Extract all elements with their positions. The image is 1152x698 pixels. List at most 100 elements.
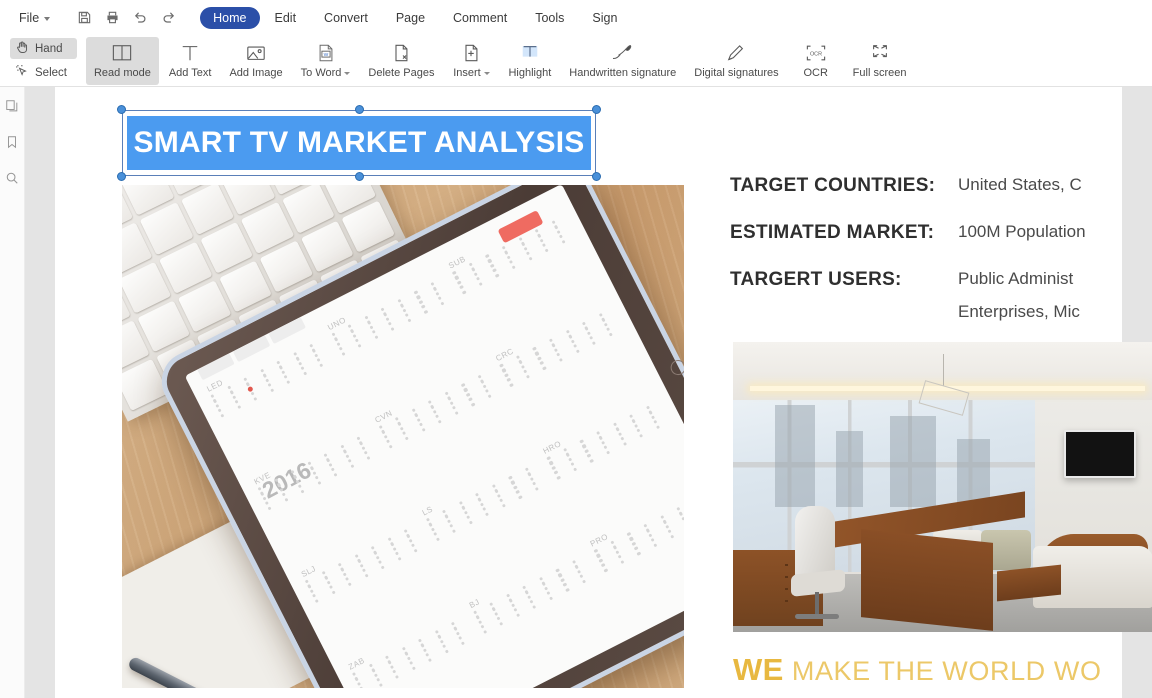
insert-label: Insert <box>453 67 490 79</box>
pdf-page[interactable]: 2016 LED UNO SUB KVE CVN CRC SLJ LS HRO … <box>55 87 1152 698</box>
tab-comment[interactable]: Comment <box>440 7 520 29</box>
info-row-target-users: TARGERT USERS: Public Administ Enterprise… <box>730 269 1152 322</box>
info-value: Public Administ <box>958 269 1074 288</box>
tagline-lead: WE <box>733 652 784 687</box>
menu-bar: File Home Edit Convert Page Comment Tool… <box>0 0 1152 35</box>
handwritten-signature-button[interactable]: Handwritten signature <box>561 37 684 85</box>
info-value-line2: Enterprises, Mic <box>958 302 1080 321</box>
tagline-rest: MAKE THE WORLD WO <box>783 656 1102 686</box>
handwritten-signature-label: Handwritten signature <box>569 67 677 79</box>
info-value: 100M Population <box>958 222 1086 241</box>
hand-tool-button[interactable]: Hand <box>10 38 77 59</box>
pen-signature-icon <box>610 42 636 64</box>
resize-handle-bottom-center[interactable] <box>354 172 364 181</box>
info-key: TARGET COUNTRIES: <box>730 175 936 196</box>
wall-mounted-tv <box>1064 430 1137 478</box>
select-tool-label: Select <box>35 66 67 79</box>
ribbon-buttons: Read mode Add Text Add Image W To Word D… <box>85 35 916 86</box>
chevron-down-icon <box>483 71 490 75</box>
text-t-icon <box>179 42 201 64</box>
pendant-light <box>943 354 944 386</box>
save-icon[interactable] <box>77 10 92 25</box>
ocr-button[interactable]: OCR OCR <box>789 37 843 85</box>
info-block: TARGET COUNTRIES: United States, C ESTIMA… <box>730 175 1152 347</box>
read-mode-button[interactable]: Read mode <box>85 36 159 85</box>
quick-access-toolbar <box>77 10 176 25</box>
add-text-label: Add Text <box>168 67 212 79</box>
delete-pages-label: Delete Pages <box>368 67 435 79</box>
modern-office-photo <box>733 342 1152 632</box>
digital-signatures-button[interactable]: Digital signatures <box>686 37 786 85</box>
ocr-icon: OCR <box>804 42 828 64</box>
tab-convert[interactable]: Convert <box>311 7 381 29</box>
read-mode-label: Read mode <box>93 67 151 79</box>
workspace: 2016 LED UNO SUB KVE CVN CRC SLJ LS HRO … <box>0 87 1152 698</box>
title-textbox[interactable]: SMART TV MARKET ANALYSIS <box>117 105 601 181</box>
office-chair <box>791 506 845 624</box>
ocr-label: OCR <box>803 67 828 79</box>
document-viewer[interactable]: 2016 LED UNO SUB KVE CVN CRC SLJ LS HRO … <box>25 87 1152 698</box>
highlight-label: Highlight <box>508 67 552 79</box>
tab-sign[interactable]: Sign <box>579 7 630 29</box>
search-icon[interactable] <box>5 171 19 190</box>
hand-icon <box>15 40 29 57</box>
undo-icon[interactable] <box>133 10 148 25</box>
hand-tool-label: Hand <box>35 42 63 55</box>
tab-edit[interactable]: Edit <box>262 7 310 29</box>
tab-tools[interactable]: Tools <box>522 7 577 29</box>
select-tool-button[interactable]: Select <box>10 62 77 83</box>
chevron-down-icon <box>344 71 351 75</box>
info-row-target-countries: TARGET COUNTRIES: United States, C <box>730 175 1152 197</box>
insert-text: Insert <box>453 67 481 79</box>
info-row-estimated-market: ESTIMATED MARKET: 100M Population <box>730 222 1152 244</box>
to-word-text: To Word <box>300 67 342 79</box>
resize-handle-bottom-left[interactable] <box>117 172 126 181</box>
image-icon <box>245 42 267 64</box>
title-text-fill[interactable]: SMART TV MARKET ANALYSIS <box>127 116 591 170</box>
add-image-label: Add Image <box>229 67 283 79</box>
delete-pages-button[interactable]: Delete Pages <box>360 37 442 85</box>
cursor-select-icon <box>15 64 29 81</box>
insert-button[interactable]: Insert <box>444 37 498 85</box>
info-value: United States, C <box>958 175 1082 194</box>
highlight-icon <box>519 42 541 64</box>
info-key: TARGERT USERS: <box>730 269 902 290</box>
highlight-button[interactable]: Highlight <box>500 37 559 85</box>
add-image-button[interactable]: Add Image <box>221 37 290 85</box>
thumbnails-icon[interactable] <box>5 99 19 118</box>
to-word-label: To Word <box>301 67 351 79</box>
file-menu-button[interactable]: File <box>14 8 55 28</box>
svg-text:OCR: OCR <box>810 51 822 57</box>
full-screen-button[interactable]: Full screen <box>845 37 915 85</box>
ribbon-toolbar: Hand Select Read mode Add Text Add Image… <box>0 35 1152 87</box>
resize-handle-top-left[interactable] <box>117 105 126 114</box>
digital-signatures-label: Digital signatures <box>694 67 779 79</box>
resize-handle-bottom-right[interactable] <box>592 172 601 181</box>
info-key: ESTIMATED MARKET: <box>730 222 935 243</box>
resize-handle-top-right[interactable] <box>592 105 601 114</box>
page-delete-icon <box>390 42 412 64</box>
ribbon-tabs: Home Edit Convert Page Comment Tools Sig… <box>200 6 630 29</box>
print-icon[interactable] <box>105 10 120 25</box>
pencil-icon <box>725 42 747 64</box>
executive-desk <box>815 491 1025 631</box>
to-word-button[interactable]: W To Word <box>293 37 359 85</box>
file-menu-label: File <box>19 10 40 25</box>
redo-icon[interactable] <box>161 10 176 25</box>
title-text: SMART TV MARKET ANALYSIS <box>133 126 585 159</box>
fullscreen-icon <box>869 42 891 64</box>
bookmark-icon[interactable] <box>5 135 19 154</box>
book-open-icon <box>111 42 133 64</box>
resize-handle-top-center[interactable] <box>354 105 364 114</box>
full-screen-label: Full screen <box>852 67 907 79</box>
pointer-mode-group: Hand Select <box>6 35 85 86</box>
tab-home[interactable]: Home <box>200 6 260 29</box>
word-doc-icon: W <box>315 42 337 64</box>
tab-page[interactable]: Page <box>383 7 438 29</box>
left-navigation-rail <box>0 87 25 698</box>
tablet-on-desk-photo: 2016 LED UNO SUB KVE CVN CRC SLJ LS HRO … <box>122 185 684 688</box>
tagline: WE MAKE THE WORLD WO <box>733 652 1102 688</box>
page-insert-icon <box>460 42 482 64</box>
add-text-button[interactable]: Add Text <box>161 37 220 85</box>
chevron-down-icon <box>44 16 51 21</box>
